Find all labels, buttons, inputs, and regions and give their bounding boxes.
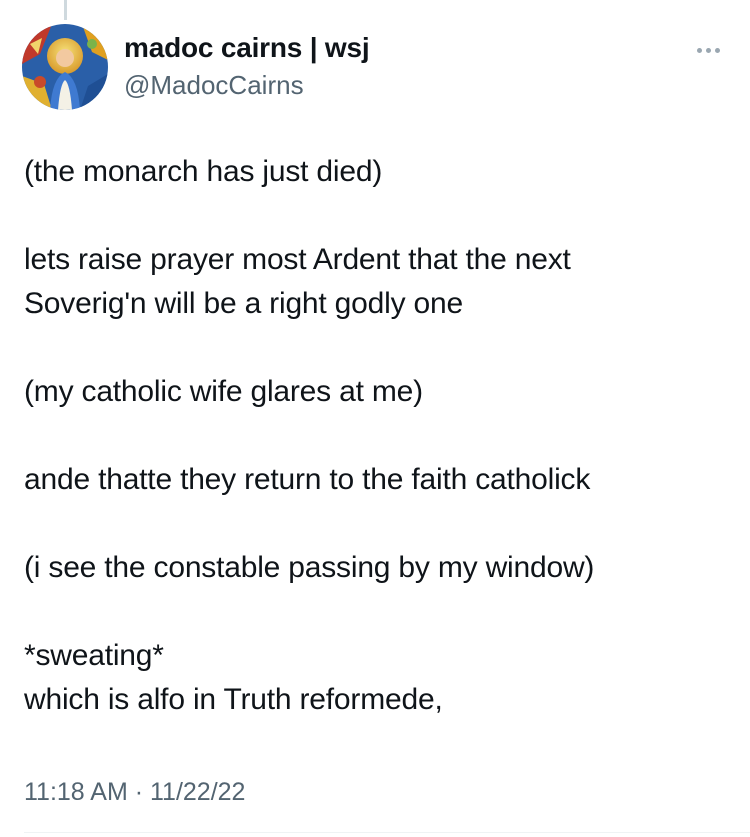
thread-connector-line bbox=[64, 0, 67, 20]
tweet-line: (i see the constable passing by my windo… bbox=[24, 551, 595, 584]
more-options-icon[interactable] bbox=[688, 36, 728, 64]
tweet-line: ande thatte they return to the faith cat… bbox=[24, 463, 591, 496]
tweet-text: (the monarch has just died) lets raise p… bbox=[24, 150, 724, 722]
tweet-line: Soverig'n will be a right godly one bbox=[24, 287, 463, 320]
bottom-divider bbox=[24, 832, 750, 833]
author-handle[interactable]: @MadocCairns bbox=[124, 70, 304, 101]
tweet-line: (the monarch has just died) bbox=[24, 155, 383, 188]
author-avatar[interactable] bbox=[22, 24, 108, 110]
tweet-line: which is alfo in Truth reformede, bbox=[24, 683, 443, 716]
avatar-stained-glass-image bbox=[22, 24, 108, 110]
tweet-line: lets raise prayer most Ardent that the n… bbox=[24, 243, 571, 276]
author-display-name[interactable]: madoc cairns | wsj bbox=[124, 32, 370, 64]
more-dot bbox=[696, 47, 702, 53]
tweet-timestamp[interactable]: 11:18 AM · 11/22/22 bbox=[24, 778, 245, 807]
more-dot bbox=[705, 47, 711, 53]
more-dot bbox=[714, 47, 720, 53]
tweet-line: *sweating* bbox=[24, 639, 164, 672]
tweet-line: (my catholic wife glares at me) bbox=[24, 375, 423, 408]
